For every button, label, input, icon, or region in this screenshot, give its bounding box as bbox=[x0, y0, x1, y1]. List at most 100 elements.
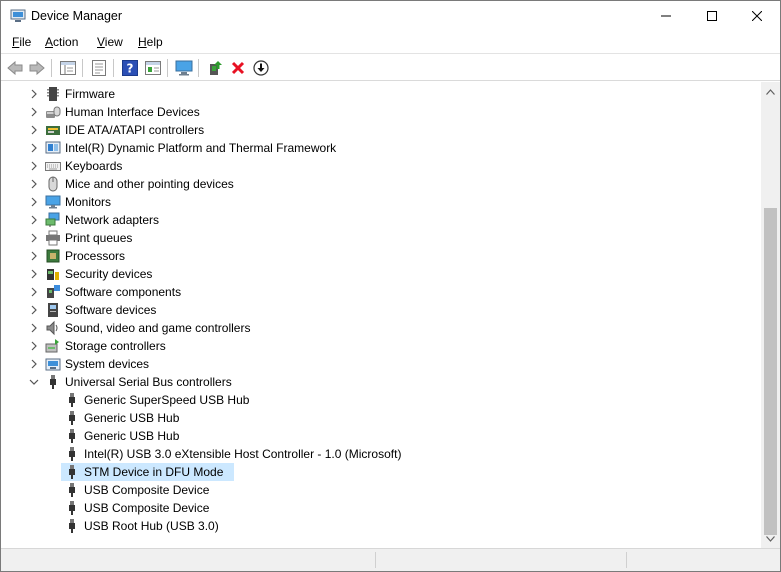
category-item[interactable]: Human Interface Devices bbox=[3, 103, 761, 121]
chevron-right-icon[interactable] bbox=[29, 305, 39, 315]
device-tree[interactable]: Firmware Human Interface Devices IDE ATA/A… bbox=[3, 82, 761, 548]
processor-icon bbox=[46, 249, 60, 263]
category-item[interactable]: Software devices bbox=[3, 301, 761, 319]
chevron-right-icon[interactable] bbox=[29, 341, 39, 351]
chevron-right-icon[interactable] bbox=[29, 107, 39, 117]
category-item[interactable]: System devices bbox=[3, 355, 761, 373]
device-manager-window: Device Manager File Action View Help ? F… bbox=[0, 0, 781, 572]
usb-icon bbox=[50, 375, 56, 389]
toolbar-separator bbox=[113, 59, 114, 77]
forward-button[interactable] bbox=[26, 58, 48, 78]
chevron-right-icon[interactable] bbox=[29, 323, 39, 333]
category-label: IDE ATA/ATAPI controllers bbox=[65, 123, 205, 137]
scroll-down-arrow-icon[interactable] bbox=[766, 536, 775, 542]
toolbar: ? bbox=[1, 53, 780, 81]
uninstall-red-x-icon bbox=[231, 61, 245, 75]
menu-view[interactable]: View bbox=[97, 35, 123, 49]
menu-file[interactable]: File bbox=[12, 35, 31, 49]
category-item[interactable]: Firmware bbox=[3, 85, 761, 103]
usb-device-item[interactable]: USB Composite Device bbox=[3, 481, 761, 499]
chevron-right-icon[interactable] bbox=[29, 143, 39, 153]
speaker-icon bbox=[46, 320, 58, 336]
scrollbar-thumb[interactable] bbox=[764, 208, 777, 535]
close-icon bbox=[752, 11, 762, 21]
category-label: Firmware bbox=[65, 87, 115, 101]
maximize-button[interactable] bbox=[689, 1, 735, 31]
usb-device-label: Generic USB Hub bbox=[84, 429, 180, 443]
minimize-button[interactable] bbox=[643, 1, 689, 31]
chevron-right-icon[interactable] bbox=[29, 269, 39, 279]
download-circle-icon bbox=[253, 60, 269, 76]
category-item[interactable]: Processors bbox=[3, 247, 761, 265]
category-item[interactable]: Intel(R) Dynamic Platform and Thermal Fr… bbox=[3, 139, 761, 157]
category-label: Mice and other pointing devices bbox=[65, 177, 234, 191]
category-label: Processors bbox=[65, 249, 126, 263]
chevron-down-icon[interactable] bbox=[29, 377, 39, 387]
view-pane-button[interactable] bbox=[142, 58, 164, 78]
firmware-icon bbox=[47, 87, 59, 101]
usb-device-label: Generic USB Hub bbox=[84, 411, 180, 425]
chevron-right-icon[interactable] bbox=[29, 359, 39, 369]
category-item[interactable]: Software components bbox=[3, 283, 761, 301]
usb-device-item[interactable]: Generic USB Hub bbox=[3, 409, 761, 427]
chevron-right-icon[interactable] bbox=[29, 251, 39, 261]
uninstall-device-button[interactable] bbox=[227, 58, 249, 78]
chevron-right-icon[interactable] bbox=[29, 287, 39, 297]
usb-device-item[interactable]: STM Device in DFU Mode bbox=[3, 463, 761, 481]
category-label: Print queues bbox=[65, 231, 133, 245]
usb-device-item[interactable]: Generic SuperSpeed USB Hub bbox=[3, 391, 761, 409]
svg-text:?: ? bbox=[127, 62, 134, 76]
thermal-framework-icon bbox=[45, 141, 61, 154]
vertical-scrollbar[interactable] bbox=[761, 82, 780, 548]
category-label: Human Interface Devices bbox=[65, 105, 200, 119]
category-item[interactable]: Network adapters bbox=[3, 211, 761, 229]
category-item[interactable]: Storage controllers bbox=[3, 337, 761, 355]
chevron-right-icon[interactable] bbox=[29, 161, 39, 171]
back-arrow-icon bbox=[7, 61, 23, 75]
category-item[interactable]: Monitors bbox=[3, 193, 761, 211]
title-bar[interactable]: Device Manager bbox=[1, 1, 780, 31]
usb-device-item[interactable]: Intel(R) USB 3.0 eXtensible Host Control… bbox=[3, 445, 761, 463]
scroll-up-arrow-icon[interactable] bbox=[766, 89, 775, 95]
software-device-icon bbox=[48, 303, 58, 317]
category-item[interactable]: Print queues bbox=[3, 229, 761, 247]
update-driver-button[interactable] bbox=[204, 58, 226, 78]
properties-button[interactable] bbox=[88, 58, 110, 78]
category-item[interactable]: Sound, video and game controllers bbox=[3, 319, 761, 337]
chevron-right-icon[interactable] bbox=[29, 197, 39, 207]
usb-device-label: USB Root Hub (USB 3.0) bbox=[84, 519, 219, 533]
category-label: Monitors bbox=[65, 195, 112, 209]
category-label: Security devices bbox=[65, 267, 153, 281]
maximize-icon bbox=[707, 11, 717, 21]
menu-action[interactable]: Action bbox=[45, 35, 78, 49]
chevron-right-icon[interactable] bbox=[29, 89, 39, 99]
chevron-right-icon[interactable] bbox=[29, 179, 39, 189]
printer-icon bbox=[46, 230, 60, 246]
chevron-right-icon[interactable] bbox=[29, 215, 39, 225]
usb-device-item[interactable]: Generic USB Hub bbox=[3, 427, 761, 445]
usb-device-item[interactable]: USB Composite Device bbox=[3, 499, 761, 517]
menu-help[interactable]: Help bbox=[138, 35, 163, 49]
close-button[interactable] bbox=[734, 1, 780, 31]
category-item[interactable]: Security devices bbox=[3, 265, 761, 283]
monitor-icon bbox=[45, 195, 61, 209]
category-item[interactable]: Keyboards bbox=[3, 157, 761, 175]
menu-bar: File Action View Help bbox=[1, 31, 780, 53]
category-item[interactable]: Mice and other pointing devices bbox=[3, 175, 761, 193]
usb-plug-icon bbox=[69, 393, 75, 407]
category-label: Storage controllers bbox=[65, 339, 166, 353]
show-hide-console-tree-button[interactable] bbox=[57, 58, 79, 78]
scan-hardware-button[interactable] bbox=[173, 58, 195, 78]
keyboard-icon bbox=[45, 162, 61, 171]
chevron-right-icon[interactable] bbox=[29, 233, 39, 243]
enable-device-button[interactable] bbox=[250, 58, 272, 78]
usb-device-label: USB Composite Device bbox=[84, 501, 210, 515]
back-button[interactable] bbox=[4, 58, 26, 78]
category-item[interactable]: Universal Serial Bus controllers bbox=[3, 373, 761, 391]
category-item[interactable]: IDE ATA/ATAPI controllers bbox=[3, 121, 761, 139]
help-button[interactable]: ? bbox=[119, 58, 141, 78]
mouse-icon bbox=[48, 176, 58, 192]
chevron-right-icon[interactable] bbox=[29, 125, 39, 135]
usb-device-item[interactable]: USB Root Hub (USB 3.0) bbox=[3, 517, 761, 535]
usb-plug-icon bbox=[69, 447, 75, 461]
